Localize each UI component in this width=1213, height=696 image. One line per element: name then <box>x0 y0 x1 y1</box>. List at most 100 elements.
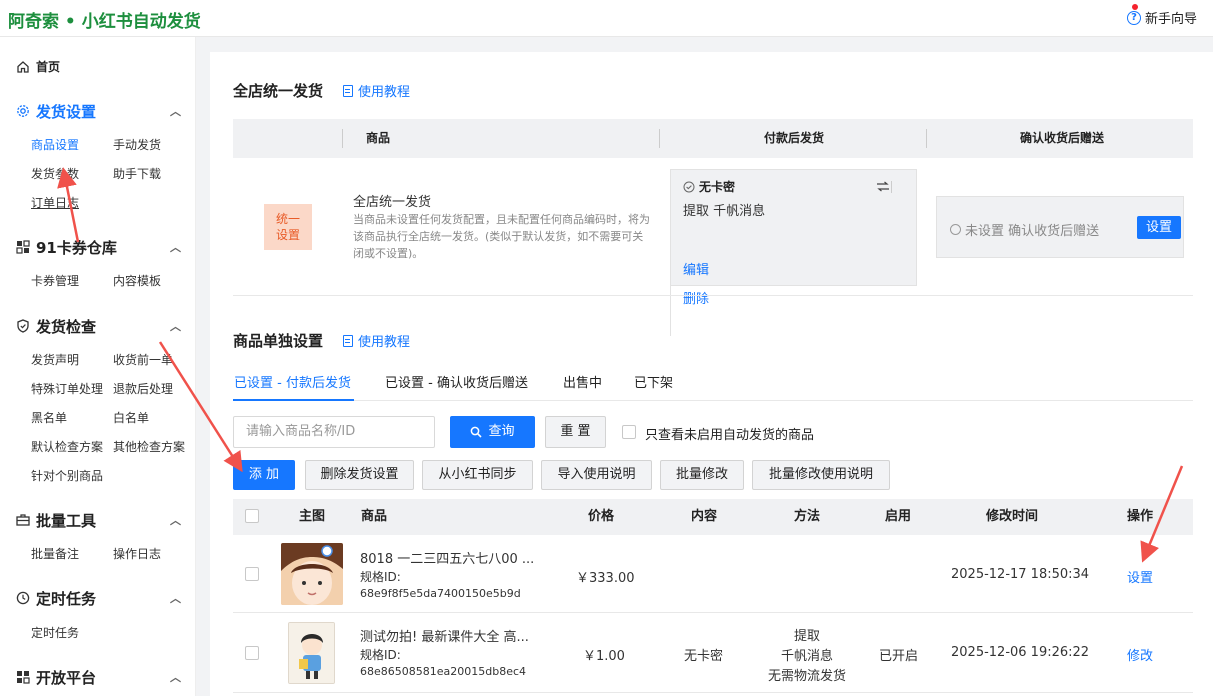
clock-icon <box>16 591 30 605</box>
chevron-up-icon: ︿ <box>170 592 181 605</box>
sidebar-item-content-template[interactable]: 内容模板 <box>113 272 161 289</box>
sidebar-section-ship-settings: 发货设置 ︿ <box>16 100 181 122</box>
row-set-button[interactable]: 设置 <box>1127 567 1153 586</box>
import-instructions-button[interactable]: 导入使用说明 <box>541 460 652 490</box>
modified-time: 2025-12-17 18:50:34 <box>951 567 1090 582</box>
sidebar-section-head[interactable]: 开放平台 ︿ <box>16 666 181 688</box>
tab-off-shelf[interactable]: 已下架 <box>634 372 673 391</box>
sidebar-section-scheduled: 定时任务 ︿ <box>16 587 181 609</box>
price: ￥333.00 <box>576 571 635 586</box>
column-header-method: 方法 <box>794 509 821 524</box>
shield-icon <box>17 319 29 333</box>
spec-label: 规格ID: <box>360 570 401 584</box>
column-header-price: 价格 <box>588 509 615 524</box>
unified-tag: 统一 设置 <box>264 204 312 250</box>
column-divider <box>926 129 927 148</box>
sidebar-item-other-check[interactable]: 其他检查方案 <box>113 438 185 455</box>
tab-receipt-gift[interactable]: 已设置 - 确认收货后赠送 <box>385 372 528 391</box>
select-all-checkbox[interactable] <box>245 509 259 523</box>
sidebar-item-label: 首页 <box>36 60 61 74</box>
guide-link[interactable]: ? 新手向导 <box>1126 4 1197 27</box>
spec-label: 规格ID: <box>360 648 401 662</box>
sidebar-item-order-log[interactable]: 订单日志 <box>31 194 79 211</box>
batch-edit-button[interactable]: 批量修改 <box>660 460 744 490</box>
column-header-after-receipt: 确认收货后赠送 <box>1020 131 1105 145</box>
chevron-up-icon: ︿ <box>170 241 181 254</box>
notification-dot <box>1131 4 1138 10</box>
sidebar-item-card-management[interactable]: 卡券管理 <box>31 272 79 289</box>
individual-tutorial-link[interactable]: 使用教程 <box>343 331 410 350</box>
swap-icon[interactable] <box>876 181 890 192</box>
sidebar-item-operation-log[interactable]: 操作日志 <box>113 545 161 562</box>
app-title: 阿奇索 • 小红书自动发货 <box>8 12 201 32</box>
section-title: 开放平台 <box>36 668 97 687</box>
sidebar-section-card-warehouse: 91卡券仓库 ︿ <box>16 236 181 258</box>
home-icon <box>17 60 29 73</box>
sidebar-section-head[interactable]: 定时任务 ︿ <box>16 587 181 609</box>
help-icon: ? <box>1126 10 1141 25</box>
column-header-image: 主图 <box>299 509 326 524</box>
query-button[interactable]: 查询 <box>450 416 535 448</box>
sidebar-section-head[interactable]: 91卡券仓库 ︿ <box>16 236 181 258</box>
product-name: 8018 一二三四五六七八00 ... <box>360 552 535 567</box>
check-circle-icon <box>683 181 695 192</box>
column-header-action: 操作 <box>1127 509 1154 524</box>
card-divider <box>891 181 892 193</box>
row-checkbox[interactable] <box>245 646 259 660</box>
enabled-status: 已开启 <box>879 649 919 664</box>
reset-button[interactable]: 重 置 <box>545 416 606 448</box>
sidebar-item-ship-statement[interactable]: 发货声明 <box>31 351 79 368</box>
section-divider <box>233 295 1193 296</box>
unified-tutorial-link[interactable]: 使用教程 <box>343 81 410 100</box>
row-checkbox[interactable] <box>245 567 259 581</box>
tab-paid-ship[interactable]: 已设置 - 付款后发货 <box>234 372 351 391</box>
radio-icon <box>950 224 961 235</box>
edit-link[interactable]: 编辑 <box>683 259 709 278</box>
table-row: 8018 一二三四五六七八00 ... 规格ID: 68e9f8f5e5da74… <box>233 535 1193 613</box>
sidebar-item-home[interactable]: 首页 <box>16 58 60 75</box>
content: 无卡密 <box>684 649 724 664</box>
sidebar-item-assistant-download[interactable]: 助手下载 <box>113 165 161 182</box>
sidebar-item-specific-products[interactable]: 针对个别商品 <box>31 467 103 484</box>
unified-table-header: 商品 付款后发货 确认收货后赠送 <box>233 119 1193 158</box>
product-table-header: 主图 商品 价格 内容 方法 启用 修改时间 操作 <box>233 499 1193 535</box>
add-button[interactable]: 添 加 <box>233 460 295 490</box>
only-disabled-checkbox[interactable] <box>622 425 636 439</box>
sidebar-item-manual-ship[interactable]: 手动发货 <box>113 136 161 153</box>
sidebar-item-refund-handling[interactable]: 退款后处理 <box>113 380 173 397</box>
spec-id: 68e9f8f5e5da7400150e5b9d <box>360 587 521 600</box>
search-input[interactable]: 请输入商品名称/ID <box>233 416 435 448</box>
column-header-modified: 修改时间 <box>986 509 1039 524</box>
price: ￥1.00 <box>583 649 625 664</box>
sidebar-section-head[interactable]: 批量工具 ︿ <box>16 509 181 531</box>
sidebar-item-blacklist[interactable]: 黑名单 <box>31 409 67 426</box>
tab-on-sale[interactable]: 出售中 <box>563 372 602 391</box>
sidebar-item-special-orders[interactable]: 特殊订单处理 <box>31 380 103 397</box>
column-divider <box>342 129 343 148</box>
cartoon-illustration-icon <box>289 623 334 683</box>
method-line: 千帆消息 <box>780 649 833 664</box>
sidebar-item-default-check[interactable]: 默认检查方案 <box>31 438 103 455</box>
batch-edit-instructions-button[interactable]: 批量修改使用说明 <box>752 460 890 490</box>
section-title: 91卡券仓库 <box>36 238 117 257</box>
delete-link[interactable]: 删除 <box>683 288 709 307</box>
column-header-enabled: 启用 <box>885 509 912 524</box>
gift-set-button[interactable]: 设置 <box>1137 216 1181 239</box>
chevron-up-icon: ︿ <box>170 514 181 527</box>
sync-xiaohongshu-button[interactable]: 从小红书同步 <box>422 460 533 490</box>
card-content: 提取 千帆消息 <box>683 204 766 219</box>
row-edit-button[interactable]: 修改 <box>1127 645 1153 664</box>
sidebar-item-pre-receipt[interactable]: 收货前一单 <box>113 351 173 368</box>
delete-ship-settings-button[interactable]: 删除发货设置 <box>305 460 414 490</box>
sidebar-item-scheduled-task[interactable]: 定时任务 <box>31 624 79 641</box>
sidebar-item-batch-remark[interactable]: 批量备注 <box>31 545 79 562</box>
sidebar-item-ship-params[interactable]: 发货参数 <box>31 165 79 182</box>
product-image <box>288 622 335 684</box>
sidebar-section-head[interactable]: 发货检查 ︿ <box>16 315 181 337</box>
apps-icon <box>17 671 30 684</box>
unified-ship-card: 无卡密 提取 千帆消息 编辑 <box>670 169 917 286</box>
sidebar-section-head[interactable]: 发货设置 ︿ <box>16 100 181 122</box>
sidebar-item-product-settings[interactable]: 商品设置 <box>31 136 79 153</box>
section-title: 发货检查 <box>36 317 97 336</box>
sidebar-item-whitelist[interactable]: 白名单 <box>113 409 149 426</box>
